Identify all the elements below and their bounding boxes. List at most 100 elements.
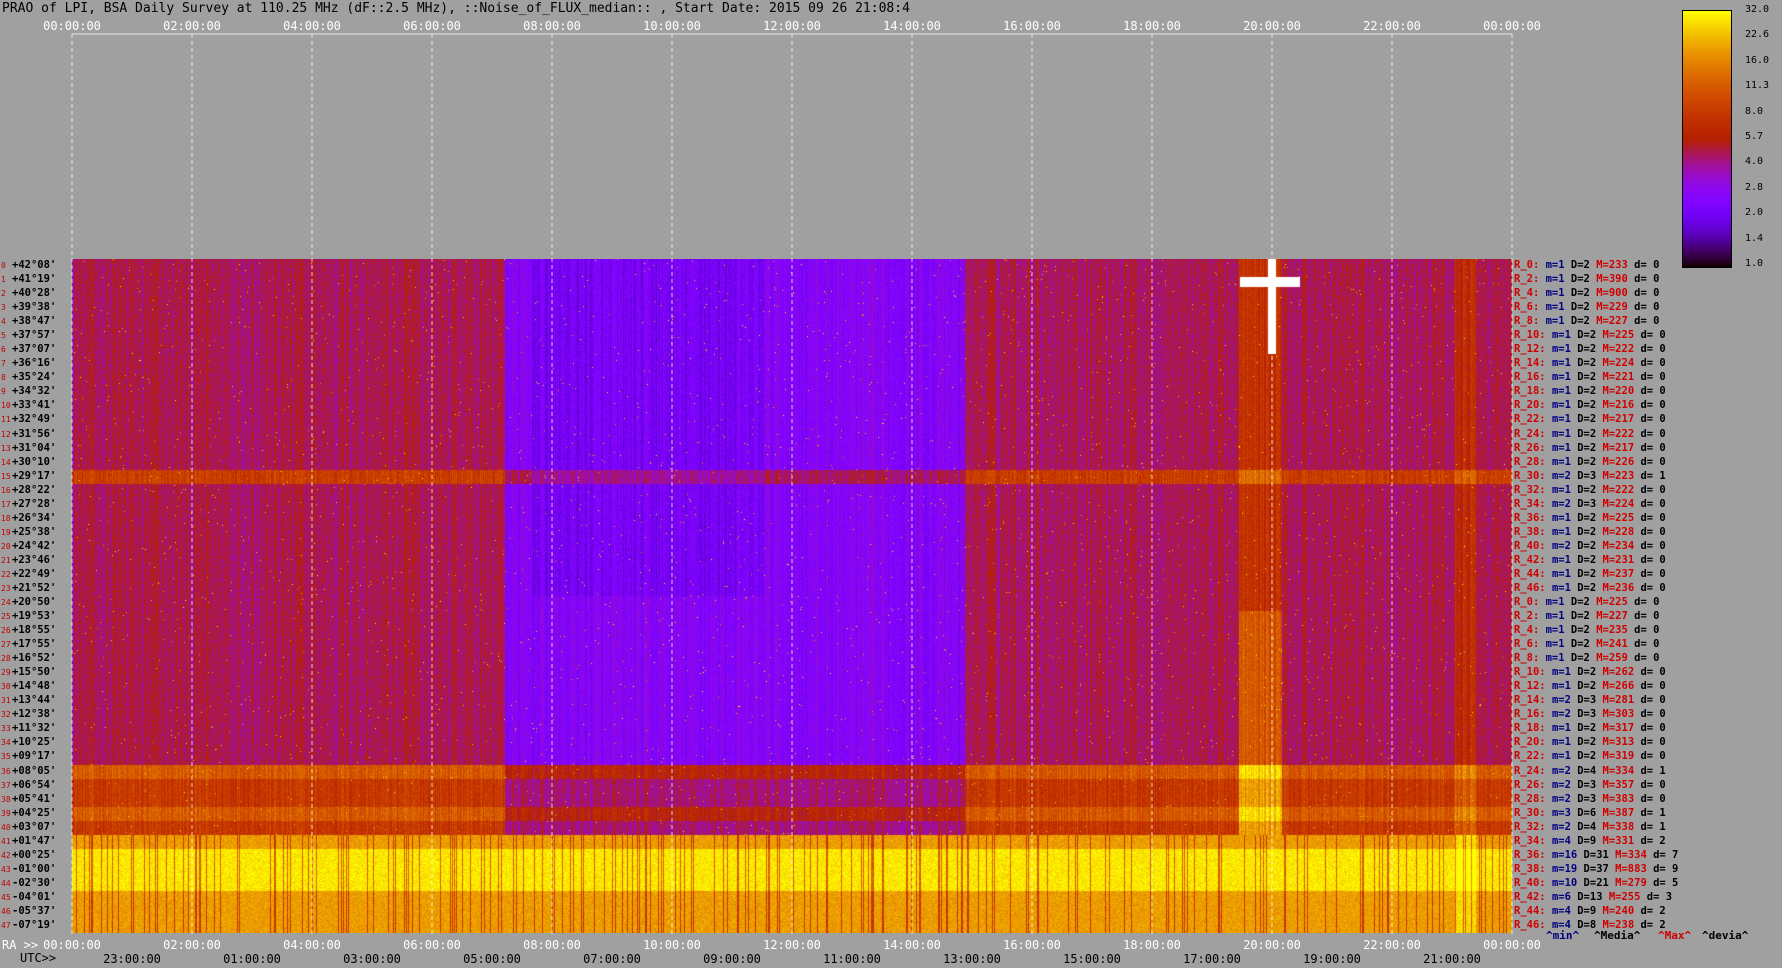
row-stat-max: M=235 <box>1596 624 1635 637</box>
row-stat-r: R_6: <box>1514 638 1546 651</box>
row-stat: R_14: m=2 D=3 M=281 d= 0 <box>1514 695 1666 706</box>
row-stat-dev: d= 0 <box>1640 427 1666 440</box>
row-index-label: 45 <box>1 892 11 902</box>
ra-tick-label: 12:00:00 <box>763 938 821 952</box>
row-stat-dev: d= 0 <box>1640 694 1666 707</box>
row-index-label: 13 <box>1 443 11 453</box>
row-stat-max: M=224 <box>1602 357 1641 370</box>
row-index-label: 27 <box>1 640 11 650</box>
row-stat-med: D=2 <box>1570 259 1597 272</box>
row-stat-min: m=1 <box>1545 287 1571 300</box>
row-index-label: 44 <box>1 878 11 888</box>
row-stat-r: R_30: <box>1514 806 1552 819</box>
row-stat-med: D=3 <box>1577 469 1603 482</box>
declination-label: +17°55' <box>12 638 57 651</box>
row-stat-med: D=2 <box>1577 343 1603 356</box>
row-stat-min: m=3 <box>1551 806 1578 819</box>
colorbar-tick-label: 11.3 <box>1745 80 1770 92</box>
row-stat-min: m=2 <box>1551 694 1578 707</box>
row-stat-max: M=223 <box>1602 469 1641 482</box>
row-index-label: 35 <box>1 752 11 762</box>
row-stat-min: m=1 <box>1545 638 1571 651</box>
row-stat: R_26: m=1 D=2 M=217 d= 0 <box>1514 442 1666 454</box>
row-index-label: 22 <box>1 569 11 579</box>
row-stat: R_40: m=10 D=21 M=279 d= 5 <box>1514 878 1678 889</box>
declination-label: +09°17' <box>12 750 57 763</box>
row-stat-max: M=387 <box>1602 806 1641 819</box>
declination-label: +22°49' <box>12 567 57 580</box>
row-stat-min: m=1 <box>1545 596 1571 609</box>
utc-axis-label: UTC>> <box>20 951 57 965</box>
row-stat-med: D=31 <box>1583 848 1616 861</box>
row-stat: R_0: m=1 D=2 M=233 d= 0 <box>1514 260 1659 271</box>
row-stat-max: M=225 <box>1602 511 1641 524</box>
row-stat-max: M=281 <box>1602 694 1641 707</box>
row-stat-min: m=1 <box>1551 553 1578 566</box>
row-stat-max: M=883 <box>1615 862 1654 875</box>
row-index-label: 23 <box>1 583 11 593</box>
row-stat-dev: d= 0 <box>1640 455 1666 468</box>
row-stat-dev: d= 0 <box>1640 371 1666 384</box>
row-stat-r: R_22: <box>1514 413 1552 426</box>
row-stat: R_16: m=1 D=2 M=221 d= 0 <box>1514 372 1666 383</box>
row-stat-min: m=2 <box>1551 764 1578 777</box>
colorbar-tick-label: 1.4 <box>1745 232 1764 244</box>
row-stat-max: M=255 <box>1608 890 1647 903</box>
row-stat-dev: d= 0 <box>1640 581 1666 594</box>
row-stat-med: D=2 <box>1577 666 1603 679</box>
ra-tick-label: 10:00:00 <box>643 938 701 952</box>
declination-label: +41°19' <box>12 273 57 286</box>
row-index-label: 11 <box>1 415 11 425</box>
row-stat-min: m=2 <box>1551 469 1578 482</box>
row-stat-min: m=2 <box>1551 497 1578 510</box>
row-stat-r: R_22: <box>1514 750 1552 763</box>
row-index-label: 24 <box>1 598 11 608</box>
row-index-label: 26 <box>1 626 11 636</box>
row-stat-max: M=216 <box>1602 399 1641 412</box>
row-stat-max: M=303 <box>1602 708 1641 721</box>
row-index-label: 39 <box>1 808 11 818</box>
row-stat-dev: d= 0 <box>1640 329 1666 342</box>
declination-label: +30°10' <box>12 455 57 468</box>
row-stat-dev: d= 0 <box>1640 525 1666 538</box>
row-stat-med: D=2 <box>1570 624 1597 637</box>
row-stat: R_38: m=19 D=37 M=883 d= 9 <box>1514 864 1678 875</box>
utc-tick-label: 21:00:00 <box>1423 952 1481 966</box>
row-stat-med: D=2 <box>1570 610 1597 623</box>
utc-tick-label: 09:00:00 <box>703 952 761 966</box>
row-stat-max: M=262 <box>1602 666 1641 679</box>
row-stat-min: m=19 <box>1551 862 1584 875</box>
row-stat-med: D=2 <box>1570 301 1597 314</box>
declination-label: +27°28' <box>12 497 57 510</box>
row-index-label: 0 <box>1 261 6 271</box>
row-stat-min: m=1 <box>1551 750 1578 763</box>
row-stat: R_12: m=1 D=2 M=222 d= 0 <box>1514 344 1666 355</box>
row-stat-r: R_18: <box>1514 722 1552 735</box>
row-index-label: 29 <box>1 668 11 678</box>
declination-label: +24°42' <box>12 539 57 552</box>
row-stat-max: M=227 <box>1596 610 1635 623</box>
row-stat-min: m=1 <box>1551 343 1578 356</box>
row-stat-min: m=1 <box>1545 259 1571 272</box>
row-stat-med: D=21 <box>1583 876 1616 889</box>
row-stat-max: M=220 <box>1602 385 1641 398</box>
row-stat-r: R_24: <box>1514 427 1552 440</box>
row-stat-dev: d= 0 <box>1634 638 1660 651</box>
ra-tick-label: 02:00:00 <box>163 938 221 952</box>
row-stat-r: R_38: <box>1514 862 1552 875</box>
row-stat-max: M=225 <box>1596 596 1635 609</box>
row-stat-max: M=236 <box>1602 581 1641 594</box>
row-stat-med: D=2 <box>1577 511 1603 524</box>
colorbar-tick-label: 1.0 <box>1745 258 1764 269</box>
row-stat-r: R_30: <box>1514 469 1552 482</box>
row-stat-min: m=1 <box>1551 722 1578 735</box>
utc-tick-label: 13:00:00 <box>943 952 1001 966</box>
row-stat: R_26: m=2 D=3 M=357 d= 0 <box>1514 779 1666 791</box>
row-stat-r: R_8: <box>1514 652 1546 665</box>
row-stat-min: m=4 <box>1551 904 1578 917</box>
row-stat: R_6: m=1 D=2 M=229 d= 0 <box>1514 302 1659 313</box>
row-stat-r: R_24: <box>1514 764 1552 777</box>
declination-label: +40°28' <box>12 287 57 300</box>
utc-tick-label: 03:00:00 <box>343 952 401 966</box>
row-stat-r: R_10: <box>1514 666 1552 679</box>
